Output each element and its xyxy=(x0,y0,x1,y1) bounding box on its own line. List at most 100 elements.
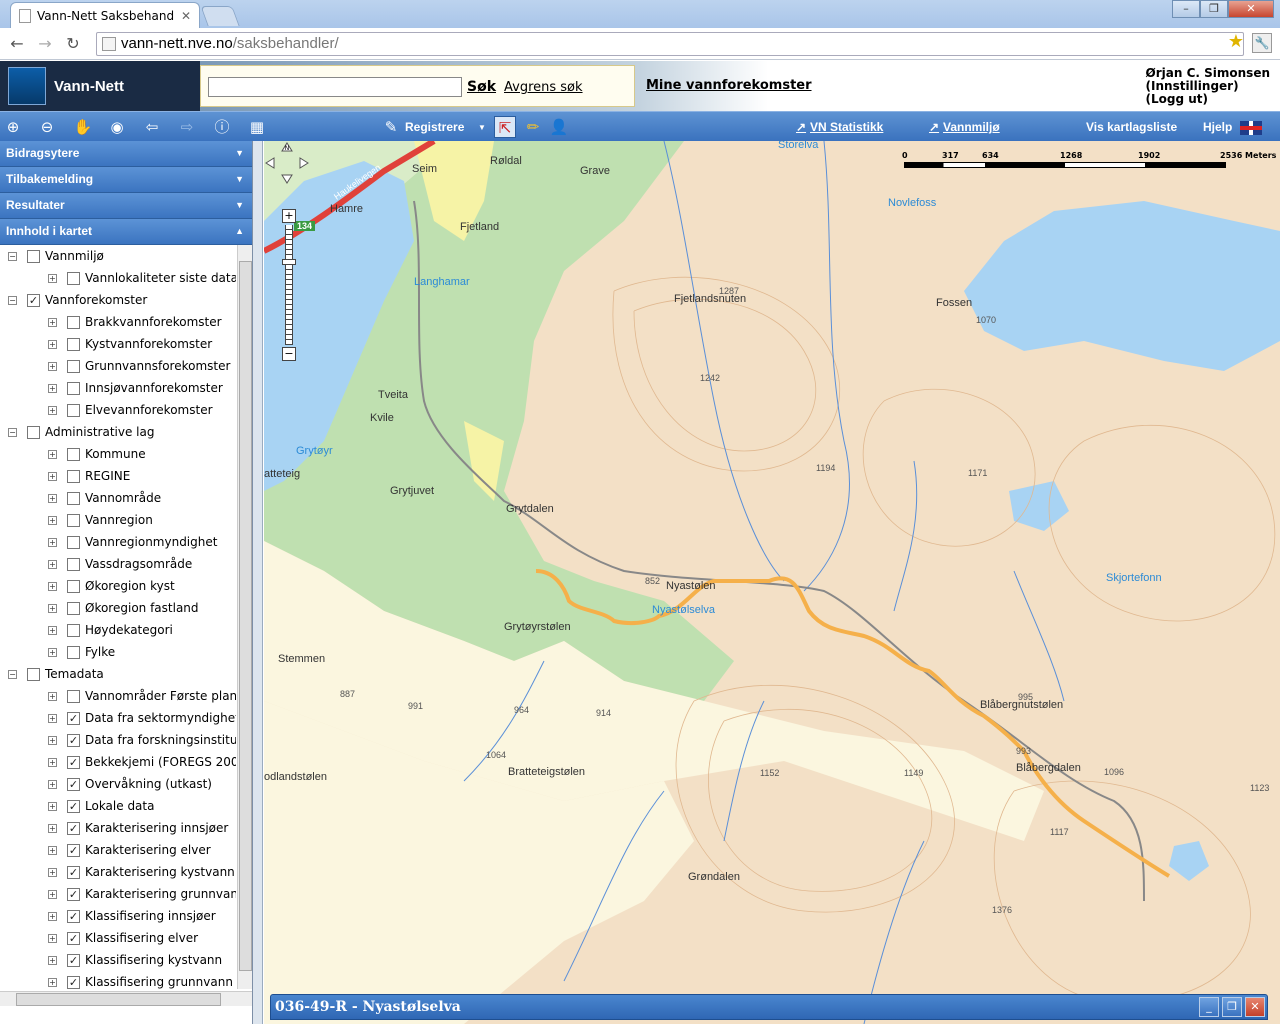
vertical-scrollbar[interactable] xyxy=(237,245,252,989)
edit-pencil-icon[interactable]: ✏ xyxy=(522,116,544,138)
expand-icon[interactable]: + xyxy=(48,757,57,767)
accordion-resultater[interactable]: Resultater ▼ xyxy=(0,193,252,219)
layer-checkbox[interactable] xyxy=(67,447,80,461)
layer-checkbox[interactable] xyxy=(67,601,80,615)
wrench-icon[interactable]: 🔧 xyxy=(1252,33,1272,53)
stats-link[interactable]: VN Statistikk xyxy=(810,120,883,134)
tree-item[interactable]: + Vannområder Første planfa xyxy=(48,685,236,707)
tree-item[interactable]: + ✓ Karakterisering kystvann xyxy=(48,861,235,883)
tree-item[interactable]: − ✓ Vannforekomster xyxy=(8,289,147,311)
tree-item[interactable]: + Kystvannforekomster xyxy=(48,333,212,355)
zoom-slider[interactable]: + − xyxy=(282,209,298,364)
tree-item[interactable]: + ✓ Klassifisering grunnvann xyxy=(48,971,233,989)
layer-list-link[interactable]: Vis kartlagsliste xyxy=(1086,120,1177,134)
tree-item[interactable]: + Vannregion xyxy=(48,509,153,531)
expand-icon[interactable]: + xyxy=(48,955,57,965)
restore-panel-button[interactable]: ❐ xyxy=(1222,997,1242,1017)
expand-icon[interactable]: + xyxy=(48,273,57,283)
expand-icon[interactable]: + xyxy=(48,845,57,855)
minimize-button[interactable]: – xyxy=(1172,0,1200,18)
expand-icon[interactable]: + xyxy=(48,493,57,503)
pan-control[interactable]: N xyxy=(264,141,310,185)
layer-checkbox[interactable] xyxy=(67,315,80,329)
layer-checkbox[interactable]: ✓ xyxy=(67,931,80,945)
tree-item[interactable]: + ✓ Lokale data xyxy=(48,795,154,817)
expand-icon[interactable]: + xyxy=(48,977,57,987)
layer-checkbox[interactable] xyxy=(67,491,80,505)
back-icon[interactable]: ← xyxy=(6,33,28,55)
panel-splitter[interactable] xyxy=(253,141,263,1024)
expand-icon[interactable]: + xyxy=(48,339,57,349)
expand-icon[interactable]: + xyxy=(48,625,57,635)
tree-item[interactable]: + ✓ Karakterisering elver xyxy=(48,839,211,861)
bookmark-star-icon[interactable]: ★ xyxy=(1228,31,1244,52)
my-waterbodies-link[interactable]: Mine vannforekomster xyxy=(646,78,812,93)
select-feature-icon[interactable]: ⇱ xyxy=(494,116,516,138)
layer-checkbox[interactable] xyxy=(67,513,80,527)
tree-item[interactable]: + Brakkvannforekomster xyxy=(48,311,222,333)
expand-icon[interactable]: + xyxy=(48,933,57,943)
tree-item[interactable]: + ✓ Klassifisering elver xyxy=(48,927,198,949)
new-tab-button[interactable] xyxy=(200,6,240,26)
measure-icon[interactable]: ▦ xyxy=(246,116,268,138)
expand-icon[interactable]: + xyxy=(48,515,57,525)
horizontal-scrollbar[interactable] xyxy=(0,991,252,1006)
back-arrow-icon[interactable]: ⇦ xyxy=(141,116,163,138)
zoom-out-icon[interactable]: ⊖ xyxy=(36,116,58,138)
layer-checkbox[interactable] xyxy=(67,271,80,285)
expand-icon[interactable]: + xyxy=(48,405,57,415)
expand-icon[interactable]: + xyxy=(48,603,57,613)
collapse-icon[interactable]: − xyxy=(8,251,17,261)
tree-item[interactable]: + Kommune xyxy=(48,443,146,465)
refine-search-link[interactable]: Avgrens søk xyxy=(504,80,583,95)
layer-checkbox[interactable] xyxy=(67,623,80,637)
tab-close-icon[interactable]: ✕ xyxy=(181,9,191,23)
minimize-panel-button[interactable]: _ xyxy=(1199,997,1219,1017)
tree-item[interactable]: − Administrative lag xyxy=(8,421,154,443)
tree-item[interactable]: + Fylke xyxy=(48,641,115,663)
expand-icon[interactable]: + xyxy=(48,317,57,327)
collapse-icon[interactable]: − xyxy=(8,295,17,305)
zoom-in-icon[interactable]: ⊕ xyxy=(2,116,24,138)
layer-checkbox[interactable] xyxy=(27,667,40,681)
feature-info-bar[interactable]: 036-49-R - Nyastølselva _ ❐ ✕ xyxy=(270,994,1268,1020)
pan-hand-icon[interactable]: ✋ xyxy=(72,116,94,138)
env-link[interactable]: Vannmiljø xyxy=(943,120,1000,134)
layer-checkbox[interactable]: ✓ xyxy=(67,799,80,813)
tree-item[interactable]: + Vassdragsområde xyxy=(48,553,192,575)
tree-item[interactable]: + Elvevannforekomster xyxy=(48,399,213,421)
layer-checkbox[interactable] xyxy=(67,359,80,373)
layer-checkbox[interactable]: ✓ xyxy=(67,865,80,879)
expand-icon[interactable]: + xyxy=(48,383,57,393)
layer-checkbox[interactable]: ✓ xyxy=(67,953,80,967)
tree-item[interactable]: + ✓ Karakterisering innsjøer xyxy=(48,817,228,839)
tree-item[interactable]: + Vannlokaliteter siste data xyxy=(48,267,236,289)
tree-item[interactable]: + ✓ Overvåkning (utkast) xyxy=(48,773,212,795)
expand-icon[interactable]: + xyxy=(48,823,57,833)
forward-arrow-icon[interactable]: ⇨ xyxy=(176,116,198,138)
maximize-button[interactable]: ❐ xyxy=(1200,0,1228,18)
collapse-icon[interactable]: − xyxy=(8,427,17,437)
map-view[interactable]: Røldal Seim Grave Storelva Hamre Haukeli… xyxy=(264,141,1280,1024)
expand-icon[interactable]: + xyxy=(48,713,57,723)
tree-item[interactable]: + Grunnvannsforekomster xyxy=(48,355,230,377)
tree-item[interactable]: + ✓ Karakterisering grunnvann xyxy=(48,883,236,905)
zoom-extent-icon[interactable]: ◉ xyxy=(106,116,128,138)
layer-checkbox[interactable]: ✓ xyxy=(67,821,80,835)
tree-item[interactable]: + ✓ Klassifisering innsjøer xyxy=(48,905,216,927)
uk-flag-icon[interactable] xyxy=(1240,121,1262,135)
layer-checkbox[interactable]: ✓ xyxy=(67,755,80,769)
expand-icon[interactable]: + xyxy=(48,867,57,877)
accordion-bidragsytere[interactable]: Bidragsytere ▼ xyxy=(0,141,252,167)
layer-checkbox[interactable] xyxy=(67,689,80,703)
expand-icon[interactable]: + xyxy=(48,889,57,899)
expand-icon[interactable]: + xyxy=(48,801,57,811)
tree-item[interactable]: + ✓ Bekkekjemi (FOREGS 2008 xyxy=(48,751,236,773)
layer-checkbox[interactable] xyxy=(67,535,80,549)
layer-checkbox[interactable]: ✓ xyxy=(27,293,40,307)
accordion-tilbakemelding[interactable]: Tilbakemelding ▼ xyxy=(0,167,252,193)
expand-icon[interactable]: + xyxy=(48,449,57,459)
logout-link[interactable]: (Logg ut) xyxy=(1146,93,1270,106)
zoom-handle[interactable] xyxy=(282,259,296,265)
close-window-button[interactable]: ✕ xyxy=(1228,0,1274,18)
